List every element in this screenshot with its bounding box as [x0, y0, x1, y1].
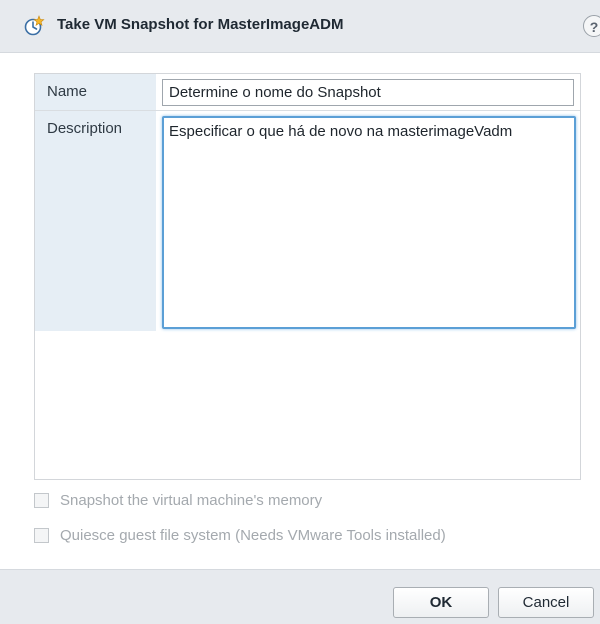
dialog-titlebar: Take VM Snapshot for MasterImageADM ? [0, 0, 600, 53]
memory-checkbox[interactable] [34, 493, 49, 508]
dialog-footer: OK Cancel [0, 569, 600, 624]
quiesce-checkbox-label: Quiesce guest file system (Needs VMware … [60, 527, 446, 544]
take-snapshot-dialog: Take VM Snapshot for MasterImageADM ? Na… [0, 0, 600, 624]
quiesce-checkbox[interactable] [34, 528, 49, 543]
snapshot-name-input[interactable] [162, 79, 574, 106]
help-icon[interactable]: ? [583, 15, 600, 37]
cancel-button[interactable]: Cancel [498, 587, 594, 618]
ok-button[interactable]: OK [393, 587, 489, 618]
snapshot-description-textarea[interactable]: Especificar o que há de novo na masterim… [162, 116, 576, 329]
vm-snapshot-icon [24, 15, 45, 36]
form-label-column [35, 74, 156, 331]
memory-checkbox-label: Snapshot the virtual machine's memory [60, 492, 323, 509]
row-divider [35, 110, 580, 111]
description-label: Description [47, 120, 123, 137]
name-label: Name [47, 83, 88, 100]
dialog-title: Take VM Snapshot for MasterImageADM [57, 16, 344, 33]
snapshot-form: Name Description Especificar o que há de… [34, 73, 581, 480]
